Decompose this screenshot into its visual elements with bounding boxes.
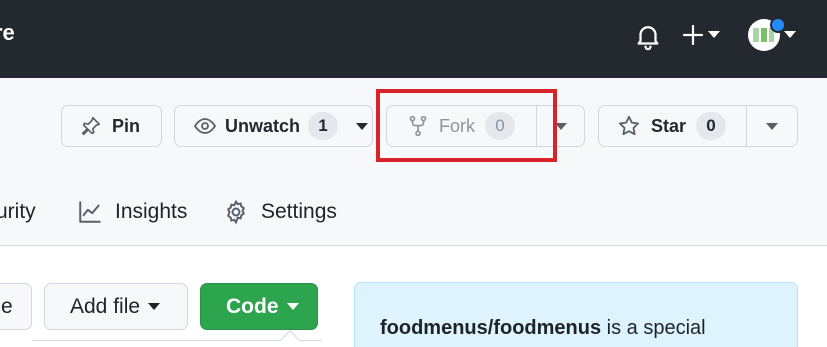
dropdown-menu-edge — [32, 340, 322, 347]
star-button-group: Star 0 — [598, 105, 798, 147]
eye-icon — [193, 118, 217, 134]
notification-dot — [770, 17, 786, 33]
header-title-fragment[interactable]: re — [0, 20, 15, 46]
tab-settings[interactable]: Settings — [223, 192, 337, 232]
global-header: re — [0, 0, 827, 78]
cut-button-label: e — [1, 294, 13, 318]
add-file-label: Add file — [70, 294, 141, 318]
info-repo-name[interactable]: foodmenus/foodmenus — [380, 317, 601, 339]
graph-icon — [79, 201, 101, 223]
avatar[interactable] — [748, 17, 786, 51]
star-dropdown-button[interactable] — [747, 106, 797, 146]
chevron-down-icon — [766, 122, 778, 130]
unwatch-button[interactable]: Unwatch 1 — [174, 105, 373, 147]
pin-label: Pin — [112, 115, 141, 136]
user-menu[interactable] — [748, 17, 796, 53]
tab-security-label: urity — [0, 200, 36, 223]
tab-insights[interactable]: Insights — [77, 192, 187, 232]
go-to-file-button[interactable]: e — [0, 283, 32, 330]
chevron-down-icon — [708, 31, 720, 38]
chevron-down-icon — [356, 122, 369, 130]
pin-icon — [81, 116, 101, 136]
tab-security[interactable]: urity — [0, 192, 36, 232]
star-label: Star — [651, 115, 687, 136]
special-repo-info-box: foodmenus/foodmenus is a special — [354, 282, 798, 347]
star-icon — [619, 115, 639, 136]
star-count: 0 — [696, 112, 727, 140]
info-text: is a special — [601, 317, 706, 339]
chevron-down-icon — [784, 31, 796, 38]
pin-button[interactable]: Pin — [61, 105, 162, 147]
chevron-down-icon — [286, 303, 299, 310]
add-file-button[interactable]: Add file — [44, 283, 188, 330]
fork-highlight-box — [376, 89, 557, 162]
tab-insights-label: Insights — [115, 200, 188, 223]
plus-icon — [682, 24, 704, 46]
tab-settings-label: Settings — [261, 200, 337, 223]
create-new-menu[interactable] — [682, 19, 720, 51]
watch-count: 1 — [308, 112, 339, 140]
gear-icon — [226, 199, 246, 225]
chevron-down-icon — [148, 303, 161, 310]
code-button[interactable]: Code — [200, 283, 318, 330]
code-label: Code — [226, 294, 279, 318]
bell-icon[interactable] — [633, 21, 663, 51]
unwatch-label: Unwatch — [225, 115, 301, 136]
star-button[interactable]: Star 0 — [599, 106, 747, 146]
